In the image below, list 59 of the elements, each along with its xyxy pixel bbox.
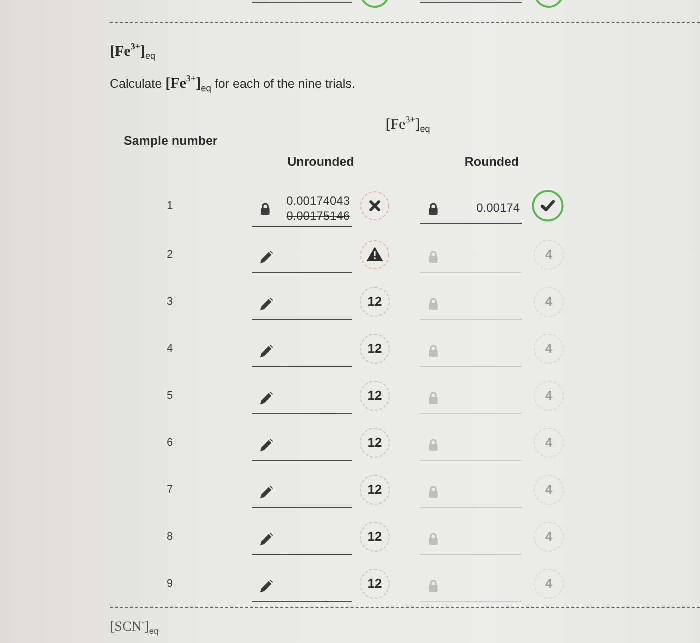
attempts-counter: 4 [534, 428, 564, 458]
check-icon [532, 190, 564, 222]
pencil-icon [260, 532, 273, 546]
pencil-icon [260, 486, 273, 498]
lock-icon [428, 533, 439, 545]
sample-number: 1 [166, 200, 174, 212]
x-icon [360, 191, 390, 221]
sample-number: 6 [166, 436, 174, 448]
column-group-heading: [Fe$^{3+}$]$_{eq}$ [386, 117, 430, 133]
pencil-icon [260, 344, 273, 358]
lock-icon [260, 202, 271, 214]
pencil-icon [260, 392, 273, 404]
fill-in-line[interactable] [420, 0, 522, 3]
struck-answer: 0.00175146 [286, 208, 350, 224]
attempts-counter: 4 [534, 334, 564, 364]
lock-icon [428, 298, 439, 310]
attempts-counter: 4 [534, 522, 564, 552]
ring-icon [360, 0, 390, 8]
pencil-icon [260, 298, 273, 310]
warning-icon [360, 240, 390, 270]
sample-number: 8 [166, 530, 174, 542]
column-heading: Rounded [464, 154, 520, 170]
pencil-icon [260, 580, 273, 592]
attempts-counter: 4 [534, 474, 564, 504]
answer-field[interactable]: 0.00174 [420, 196, 522, 224]
next-section-title: [SCN$^{-}$]$_{eq}$ [110, 620, 159, 636]
answer-field[interactable]: 0.00174043 0.00175146 [252, 194, 352, 226]
lock-icon [428, 486, 439, 498]
row-heading: Sample number [124, 133, 218, 149]
pencil-icon [260, 250, 273, 264]
lock-icon [428, 251, 439, 263]
attempts-counter: 12 [360, 428, 390, 458]
sample-number: 3 [166, 296, 174, 308]
section-title: [Fe$^{3+}$]$_{eq}$ [110, 43, 156, 61]
attempts-counter: 12 [360, 380, 390, 410]
lock-icon [428, 345, 439, 357]
sample-number: 5 [166, 390, 174, 402]
attempts-counter: 12 [360, 474, 390, 504]
sample-number: 2 [166, 248, 174, 260]
ring-icon [534, 0, 564, 8]
attempts-counter: 12 [360, 568, 390, 598]
sample-number: 9 [166, 578, 174, 590]
attempts-counter: 12 [360, 522, 390, 552]
sample-number: 7 [166, 484, 174, 496]
attempts-counter: 4 [534, 240, 564, 270]
column-heading: Unrounded [288, 154, 354, 170]
lock-icon [428, 580, 439, 592]
attempts-counter: 4 [534, 568, 564, 598]
lock-icon [428, 202, 439, 214]
instruction-text: Calculate [Fe$^{3+}$]$_{eq}$ for each of the nine trials. [110, 75, 356, 93]
attempts-counter: 4 [534, 286, 564, 316]
sample-number: 4 [166, 342, 174, 354]
attempts-counter: 12 [360, 334, 390, 364]
fill-in-line[interactable] [252, 0, 352, 3]
attempts-counter: 12 [360, 286, 390, 316]
lock-icon [428, 392, 439, 404]
pencil-icon [260, 438, 273, 452]
attempts-counter: 4 [534, 380, 564, 410]
lock-icon [428, 439, 439, 451]
